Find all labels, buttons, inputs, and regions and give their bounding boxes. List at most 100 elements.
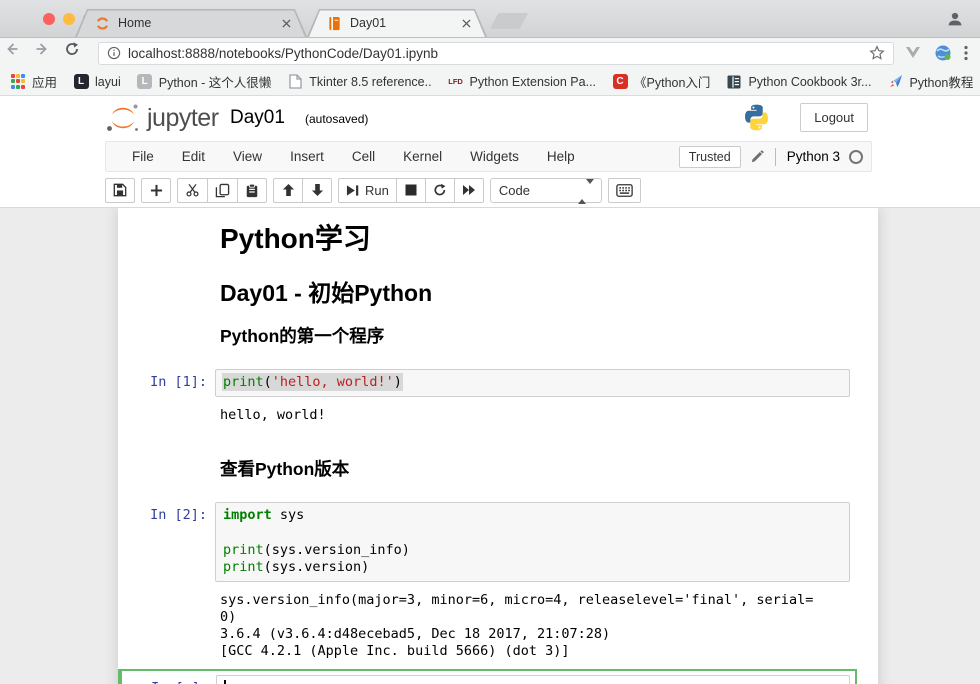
notebook-area: Python学习 Day01 - 初始Python Python的第一个程序 I…	[0, 208, 980, 684]
code-cell-1[interactable]: In [1]: print('hello, world!')	[119, 363, 857, 403]
notebook-book-favicon	[327, 16, 342, 31]
menu-file[interactable]: File	[118, 149, 168, 164]
code-cell-2[interactable]: In [2]: import sys print(sys.version_inf…	[119, 496, 857, 588]
cell-type-value: Code	[499, 183, 530, 198]
address-bar: localhost:8888/notebooks/PythonCode/Day0…	[0, 38, 980, 68]
profile-icon[interactable]	[946, 10, 964, 28]
output-area-2: sys.version_info(major=3, minor=6, micro…	[119, 588, 857, 662]
bookmark-python-intro[interactable]: C 《Python入门	[612, 72, 710, 91]
new-tab-button[interactable]	[490, 13, 529, 29]
output-area-1: hello, world!	[119, 403, 857, 426]
output-line: 3.6.4 (v3.6.4:d48ecebad5, Dec 18 2017, 2…	[213, 626, 852, 643]
forward-icon[interactable]	[34, 41, 60, 65]
menu-cell[interactable]: Cell	[338, 149, 389, 164]
copy-cell-button[interactable]	[207, 178, 238, 203]
input-prompt: In [2]:	[121, 502, 215, 582]
apps-grid-icon	[10, 74, 26, 90]
jupyter-header: jupyter Day01 (autosaved) Logout File Ed…	[0, 96, 980, 208]
divider	[775, 148, 776, 166]
cut-cell-button[interactable]	[177, 178, 208, 203]
jupyter-logo[interactable]: jupyter	[105, 102, 219, 134]
extension-globe-icon[interactable]	[934, 44, 952, 62]
markdown-heading-3a[interactable]: Python的第一个程序	[220, 326, 852, 346]
window-minimize-button[interactable]	[63, 13, 75, 25]
bookmark-layui[interactable]: L layui	[73, 74, 121, 90]
kernel-idle-indicator	[849, 150, 863, 164]
run-button-label: Run	[365, 183, 389, 198]
menu-insert[interactable]: Insert	[276, 149, 338, 164]
markdown-heading-3b[interactable]: 查看Python版本	[220, 459, 852, 479]
layui-favicon: L	[73, 74, 89, 90]
menu-widgets[interactable]: Widgets	[456, 149, 533, 164]
bookmark-python-extension[interactable]: LFD Python Extension Pa...	[448, 74, 596, 90]
logout-button[interactable]: Logout	[800, 103, 868, 132]
cell-type-select[interactable]: Code	[490, 178, 602, 203]
save-button[interactable]	[105, 178, 135, 203]
checkpoint-status: (autosaved)	[305, 112, 368, 126]
bookmark-python-tutorial[interactable]: Python教程	[887, 72, 973, 91]
notebook-title[interactable]: Day01	[230, 107, 285, 129]
menu-view[interactable]: View	[219, 149, 276, 164]
bookmark-star-icon[interactable]	[869, 45, 885, 61]
bookmark-python-lazy[interactable]: L Python - 这个人很懒	[137, 72, 272, 91]
move-cell-up-button[interactable]	[273, 178, 303, 203]
browser-menu-icon[interactable]	[964, 45, 968, 61]
code-input-area[interactable]: import sys print(sys.version_info) print…	[215, 502, 850, 582]
bookmark-apps[interactable]: 应用	[10, 72, 57, 91]
text-cursor	[224, 680, 226, 684]
bookmark-tkinter[interactable]: Tkinter 8.5 reference..	[287, 74, 431, 90]
interrupt-kernel-button[interactable]	[396, 178, 426, 203]
jupyter-menubar: File Edit View Insert Cell Kernel Widget…	[105, 141, 872, 172]
url-field[interactable]: localhost:8888/notebooks/PythonCode/Day0…	[98, 42, 894, 65]
kernel-name: Python 3	[787, 149, 840, 164]
c-favicon: C	[612, 74, 628, 90]
rocket-favicon	[887, 74, 903, 90]
command-palette-button[interactable]	[608, 178, 641, 203]
book-cover-favicon	[726, 74, 742, 90]
input-prompt: In [1]:	[121, 369, 215, 397]
trusted-button[interactable]: Trusted	[679, 146, 741, 168]
menu-edit[interactable]: Edit	[168, 149, 219, 164]
output-line: [GCC 4.2.1 (Apple Inc. build 5666) (dot …	[213, 643, 852, 660]
tab-close-icon[interactable]	[462, 19, 471, 28]
edit-title-pencil-icon[interactable]	[750, 150, 764, 164]
select-carets-icon	[578, 184, 594, 199]
menu-kernel[interactable]: Kernel	[389, 149, 456, 164]
tab-title: Home	[118, 16, 274, 30]
markdown-heading-2[interactable]: Day01 - 初始Python	[220, 280, 852, 306]
add-cell-button[interactable]	[141, 178, 171, 203]
browser-titlebar: Home Day01	[0, 0, 980, 38]
jupyter-toolbar: Run Code	[105, 172, 641, 208]
output-prompt	[119, 592, 213, 660]
bookmark-python-cookbook[interactable]: Python Cookbook 3r...	[726, 74, 871, 90]
run-cell-button[interactable]: Run	[338, 178, 397, 203]
markdown-heading-1[interactable]: Python学习	[220, 224, 852, 254]
tab-title: Day01	[350, 16, 454, 30]
url-text: localhost:8888/notebooks/PythonCode/Day0…	[128, 46, 869, 61]
letter-favicon: L	[137, 74, 153, 90]
paste-cell-button[interactable]	[237, 178, 267, 203]
jupyter-logo-text: jupyter	[147, 104, 219, 133]
page-favicon	[287, 74, 303, 90]
restart-run-all-button[interactable]	[454, 178, 484, 203]
output-prompt	[119, 407, 213, 424]
code-cell-3-selected[interactable]: In [ ]:	[118, 669, 857, 684]
reload-icon[interactable]	[64, 41, 90, 65]
restart-kernel-button[interactable]	[425, 178, 455, 203]
tab-close-icon[interactable]	[282, 19, 291, 28]
output-text: hello, world!	[213, 407, 852, 424]
output-line: sys.version_info(major=3, minor=6, micro…	[213, 592, 852, 609]
back-icon[interactable]	[4, 41, 30, 65]
code-input-area[interactable]: print('hello, world!')	[215, 369, 850, 397]
tab-home[interactable]: Home	[75, 9, 307, 37]
extension-idm-icon[interactable]	[904, 45, 922, 61]
lfd-favicon: LFD	[448, 74, 464, 90]
python-logo-icon	[743, 104, 770, 131]
tab-day01[interactable]: Day01	[307, 9, 487, 37]
bookmarks-bar: 应用 L layui L Python - 这个人很懒 Tkinter 8.5 …	[0, 68, 980, 96]
menu-help[interactable]: Help	[533, 149, 589, 164]
page-info-icon[interactable]	[107, 46, 121, 60]
code-input-area-focused[interactable]	[216, 675, 850, 684]
window-close-button[interactable]	[43, 13, 55, 25]
move-cell-down-button[interactable]	[302, 178, 332, 203]
